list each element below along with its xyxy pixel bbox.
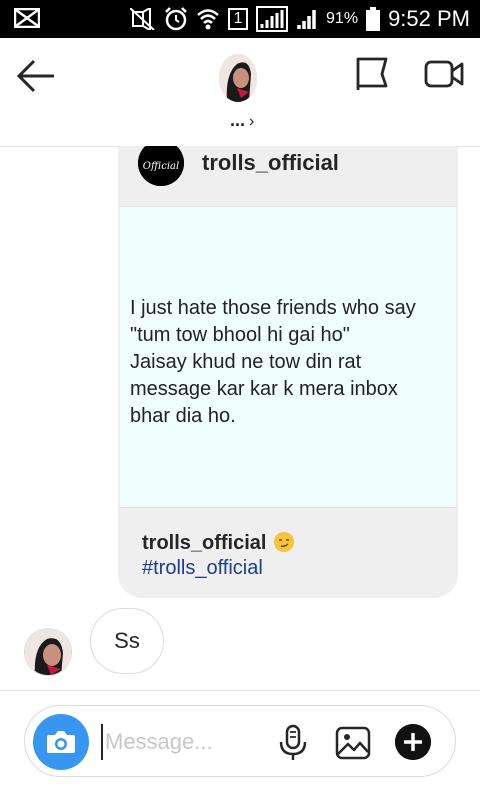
message-input[interactable] <box>101 724 267 760</box>
message-composer <box>0 690 480 801</box>
post-image[interactable]: I just hate those friends who say "tum t… <box>120 206 456 508</box>
clock: 9:52 PM <box>388 6 470 31</box>
battery-percent: 91% <box>326 10 359 27</box>
mail-icon <box>13 7 41 33</box>
battery-icon <box>366 7 381 31</box>
shared-post-header[interactable]: Official trolls_official <box>118 146 458 204</box>
mute-icon <box>130 8 156 30</box>
plus-icon <box>395 724 431 760</box>
microphone-icon[interactable] <box>275 724 311 762</box>
message-bubble[interactable]: Ss <box>90 608 164 674</box>
alarm-icon <box>164 7 188 31</box>
sender-avatar[interactable] <box>24 628 72 676</box>
logo-text: Official <box>143 161 179 172</box>
wifi-icon <box>196 7 220 31</box>
post-image-text: I just hate those friends who say "tum t… <box>130 297 416 427</box>
video-call-icon[interactable] <box>424 58 464 90</box>
contact-name-label: ... <box>230 110 246 130</box>
caption-hashtag[interactable]: #trolls_official <box>142 557 294 580</box>
post-author-username[interactable]: trolls_official <box>202 150 339 176</box>
sim-badge: 1 <box>228 8 249 30</box>
smirk-emoji-icon <box>274 532 295 552</box>
camera-button[interactable] <box>33 714 89 770</box>
post-caption: trolls_official #trolls_official <box>142 532 295 580</box>
back-arrow-icon[interactable] <box>16 58 56 94</box>
post-author-logo: Official <box>138 146 184 186</box>
shared-post-card[interactable]: Official trolls_official I just hate tho… <box>118 146 458 598</box>
signal-icon-2 <box>296 7 318 31</box>
contact-name[interactable]: ... › <box>230 110 254 131</box>
caption-username[interactable]: trolls_official <box>142 532 266 554</box>
contact-avatar[interactable] <box>219 54 257 102</box>
camera-icon <box>47 731 75 753</box>
add-content-button[interactable] <box>395 724 431 760</box>
status-bar: 1 91% 9:52 PM <box>0 0 480 38</box>
signal-icon-1 <box>256 6 289 32</box>
chevron-right-icon: › <box>249 113 255 130</box>
report-flag-icon[interactable] <box>354 56 390 92</box>
composer-field <box>24 705 456 777</box>
gallery-icon[interactable] <box>335 726 371 760</box>
chat-header: ... › <box>0 38 480 147</box>
